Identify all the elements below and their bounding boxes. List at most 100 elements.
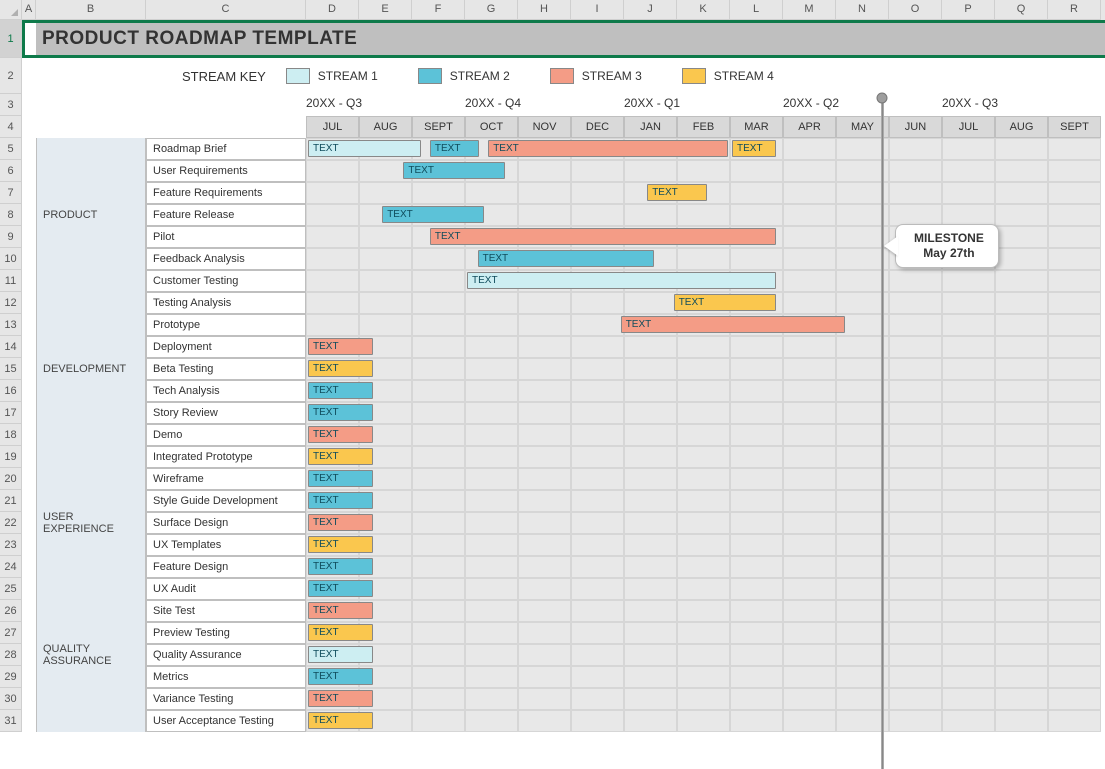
group-cell[interactable]: [36, 468, 146, 490]
gantt-cell[interactable]: [677, 644, 730, 666]
task-name[interactable]: UX Templates: [146, 534, 306, 556]
gantt-cell[interactable]: [1048, 270, 1101, 292]
gantt-cell[interactable]: [889, 204, 942, 226]
task-row[interactable]: DEVELOPMENTBeta TestingTEXT: [36, 358, 1105, 380]
gantt-cell[interactable]: [412, 688, 465, 710]
gantt-cell[interactable]: [995, 490, 1048, 512]
gantt-cell[interactable]: [730, 182, 783, 204]
gantt-bar[interactable]: TEXT: [467, 272, 776, 289]
gantt-cell[interactable]: [889, 468, 942, 490]
gantt-cell[interactable]: [624, 402, 677, 424]
task-name[interactable]: Feature Design: [146, 556, 306, 578]
gantt-cell[interactable]: [412, 534, 465, 556]
gantt-cell[interactable]: [359, 226, 412, 248]
gantt-cell[interactable]: [465, 314, 518, 336]
gantt-bar[interactable]: TEXT: [732, 140, 776, 157]
gantt-cell[interactable]: [783, 182, 836, 204]
gantt-cell[interactable]: [1048, 446, 1101, 468]
gantt-cell[interactable]: [571, 534, 624, 556]
gantt-cell[interactable]: [518, 710, 571, 732]
gantt-cell[interactable]: [730, 358, 783, 380]
gantt-cells[interactable]: TEXT: [306, 380, 1105, 402]
gantt-cell[interactable]: [1048, 160, 1101, 182]
gantt-cell[interactable]: [783, 490, 836, 512]
gantt-bar[interactable]: TEXT: [647, 184, 707, 201]
gantt-cell[interactable]: [995, 710, 1048, 732]
task-name[interactable]: Quality Assurance: [146, 644, 306, 666]
gantt-cell[interactable]: [889, 424, 942, 446]
gantt-cell[interactable]: [306, 248, 359, 270]
gantt-cell[interactable]: [995, 402, 1048, 424]
gantt-cell[interactable]: [1048, 578, 1101, 600]
gantt-bar[interactable]: TEXT: [488, 140, 728, 157]
task-name[interactable]: UX Audit: [146, 578, 306, 600]
gantt-cell[interactable]: [677, 468, 730, 490]
gantt-bar[interactable]: TEXT: [674, 294, 776, 311]
gantt-cell[interactable]: [730, 446, 783, 468]
gantt-cell[interactable]: [412, 358, 465, 380]
column-header-Q[interactable]: Q: [995, 0, 1048, 20]
task-name[interactable]: Demo: [146, 424, 306, 446]
group-cell[interactable]: [36, 336, 146, 358]
gantt-cell[interactable]: [1048, 138, 1101, 160]
gantt-cell[interactable]: [730, 512, 783, 534]
gantt-cell[interactable]: [942, 336, 995, 358]
gantt-cell[interactable]: [571, 402, 624, 424]
group-label-user-experience[interactable]: USER EXPERIENCE: [36, 512, 146, 534]
gantt-cell[interactable]: [518, 336, 571, 358]
gantt-cell[interactable]: [1048, 204, 1101, 226]
gantt-cell[interactable]: [412, 336, 465, 358]
gantt-cell[interactable]: [995, 468, 1048, 490]
row-header-9[interactable]: 9: [0, 226, 22, 248]
gantt-cell[interactable]: [1048, 534, 1101, 556]
gantt-bar[interactable]: TEXT: [308, 690, 373, 707]
gantt-cell[interactable]: [1048, 556, 1101, 578]
gantt-cell[interactable]: [730, 578, 783, 600]
gantt-cell[interactable]: [730, 424, 783, 446]
gantt-cell[interactable]: [571, 644, 624, 666]
gantt-cell[interactable]: [783, 292, 836, 314]
gantt-cell[interactable]: [306, 270, 359, 292]
gantt-cell[interactable]: [730, 666, 783, 688]
task-row[interactable]: Testing AnalysisTEXT: [36, 292, 1105, 314]
gantt-cell[interactable]: [412, 292, 465, 314]
month-header-aug-13[interactable]: AUG: [995, 116, 1048, 138]
row-header-22[interactable]: 22: [0, 512, 22, 534]
task-row[interactable]: PRODUCTFeature ReleaseTEXT: [36, 204, 1105, 226]
task-row[interactable]: Feature DesignTEXT: [36, 556, 1105, 578]
gantt-cell[interactable]: [995, 446, 1048, 468]
gantt-cell[interactable]: [359, 314, 412, 336]
gantt-cell[interactable]: [571, 468, 624, 490]
gantt-cell[interactable]: [518, 688, 571, 710]
task-row[interactable]: Roadmap BriefTEXTTEXTTEXTTEXT: [36, 138, 1105, 160]
gantt-cell[interactable]: [942, 270, 995, 292]
group-cell[interactable]: [36, 688, 146, 710]
gantt-cell[interactable]: [730, 468, 783, 490]
gantt-cell[interactable]: [889, 534, 942, 556]
gantt-bar[interactable]: TEXT: [308, 470, 373, 487]
gantt-cell[interactable]: [465, 512, 518, 534]
task-row[interactable]: Preview TestingTEXT: [36, 622, 1105, 644]
task-name[interactable]: Prototype: [146, 314, 306, 336]
gantt-cell[interactable]: [889, 358, 942, 380]
gantt-cell[interactable]: [889, 666, 942, 688]
gantt-bar[interactable]: TEXT: [403, 162, 505, 179]
gantt-bar[interactable]: TEXT: [621, 316, 845, 333]
row-header-6[interactable]: 6: [0, 160, 22, 182]
gantt-cell[interactable]: [889, 688, 942, 710]
month-header-feb-7[interactable]: FEB: [677, 116, 730, 138]
gantt-cell[interactable]: [571, 292, 624, 314]
gantt-cell[interactable]: [1048, 512, 1101, 534]
task-name[interactable]: Deployment: [146, 336, 306, 358]
row-header-15[interactable]: 15: [0, 358, 22, 380]
gantt-cell[interactable]: [730, 556, 783, 578]
gantt-cell[interactable]: [942, 204, 995, 226]
gantt-cell[interactable]: [306, 314, 359, 336]
gantt-cell[interactable]: [783, 160, 836, 182]
task-row[interactable]: WireframeTEXT: [36, 468, 1105, 490]
gantt-cell[interactable]: [412, 270, 465, 292]
gantt-cell[interactable]: [306, 160, 359, 182]
task-name[interactable]: Wireframe: [146, 468, 306, 490]
gantt-cell[interactable]: [518, 622, 571, 644]
gantt-cell[interactable]: [518, 556, 571, 578]
